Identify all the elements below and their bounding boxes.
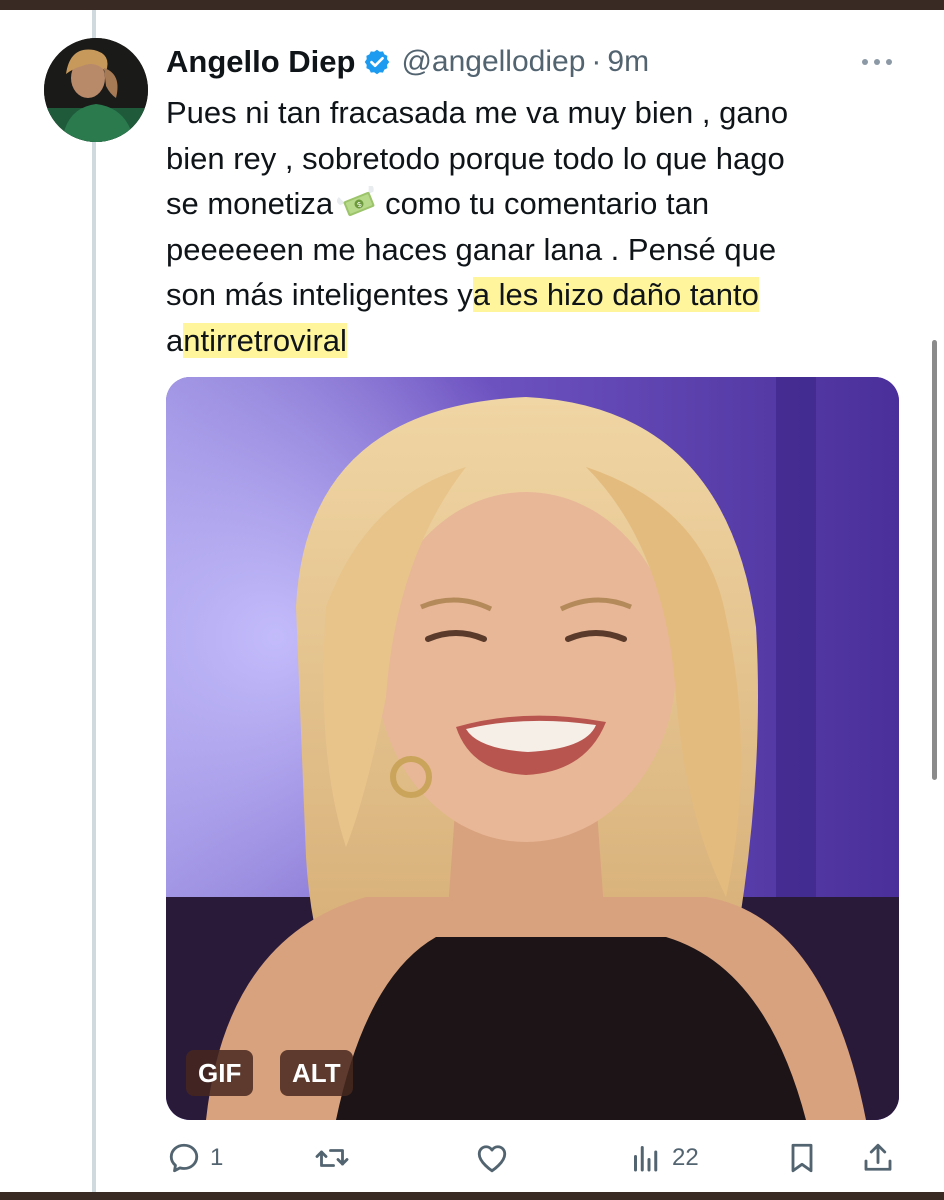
display-name[interactable]: Angello Diep: [166, 44, 355, 80]
scrollbar[interactable]: [932, 340, 937, 780]
tweet-text: Pues ni tan fracasada me va muy bien , g…: [166, 90, 886, 363]
views-count: 22: [672, 1144, 699, 1171]
heart-icon: [477, 1145, 507, 1173]
like-button[interactable]: [474, 1136, 510, 1180]
tweet-text-segment: a: [166, 322, 184, 358]
tweet-text-segment: son más inteligentes y: [166, 277, 473, 312]
tweet-text-line: bien rey , sobretodo porque todo lo que …: [166, 140, 785, 176]
reply-icon: [169, 1143, 199, 1173]
tweet-media-gif[interactable]: GIF ALT: [166, 377, 899, 1120]
reply-count: 1: [210, 1144, 224, 1171]
retweet-button[interactable]: [314, 1136, 350, 1180]
share-icon: [864, 1143, 892, 1171]
verified-badge-icon: [365, 49, 390, 75]
gif-badge: GIF: [186, 1050, 254, 1096]
tweet-screen: Angello Diep @angellodiep · 9m Pues ni t…: [0, 10, 944, 1192]
tweet-text-line: son más inteligentes ya les hizo daño ta…: [166, 272, 886, 318]
tweet-text-line: peeeeeen me haces ganar lana . Pensé que: [166, 231, 777, 267]
tweet-text-line: antirretroviral: [166, 318, 886, 364]
tweet-header: Angello Diep @angellodiep · 9m: [166, 40, 649, 84]
views-icon: [634, 1146, 658, 1172]
reply-button[interactable]: 1: [166, 1136, 223, 1180]
tweet-text-segment: como tu comentario tan: [385, 186, 710, 221]
avatar[interactable]: [44, 38, 148, 142]
more-options-icon[interactable]: [860, 54, 894, 70]
bookmark-button[interactable]: [784, 1136, 820, 1180]
highlighted-text: ntirretroviral: [183, 322, 347, 358]
retweet-icon: [315, 1149, 349, 1167]
timestamp[interactable]: 9m: [607, 45, 649, 79]
views-button[interactable]: 22: [628, 1136, 699, 1180]
tweet-text-line: Pues ni tan fracasada me va muy bien , g…: [166, 95, 789, 130]
tweet-action-bar: 1 22: [166, 1136, 906, 1180]
user-handle[interactable]: @angellodiep: [401, 45, 585, 79]
share-button[interactable]: [860, 1136, 896, 1180]
alt-text-button[interactable]: ALT: [280, 1050, 353, 1096]
tweet-text-segment: se monetiza: [166, 186, 334, 221]
highlighted-text: a les hizo daño tanto: [472, 277, 759, 312]
separator-dot: ·: [591, 45, 602, 78]
money-with-wings-emoji-icon: $: [337, 186, 375, 217]
bookmark-icon: [791, 1143, 813, 1173]
thread-line: [92, 10, 96, 1192]
tweet-text-line: se monetiza $ como tu comentario tan: [166, 181, 886, 227]
